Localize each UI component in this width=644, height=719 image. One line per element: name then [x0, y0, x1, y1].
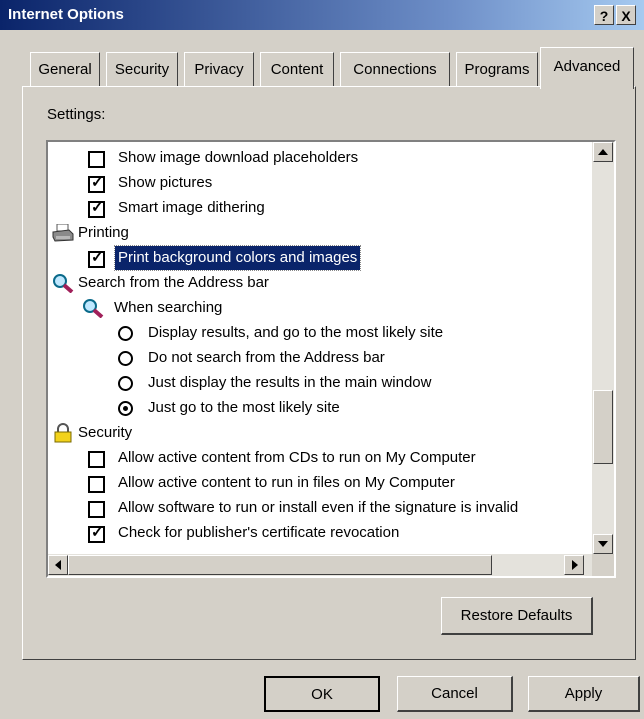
tab-content[interactable]: Content [260, 52, 334, 86]
check-icon: ✓ [91, 524, 104, 541]
arrow-up-icon [598, 149, 608, 155]
list-item-label: Just display the results in the main win… [148, 374, 432, 391]
tab-advanced[interactable]: Advanced [540, 47, 634, 89]
checkbox[interactable] [88, 476, 105, 493]
list-item-label: Show pictures [118, 174, 213, 191]
arrow-right-icon [572, 560, 578, 570]
magnifier-icon [83, 299, 104, 318]
check-icon: ✓ [91, 199, 104, 216]
horizontal-scrollbar[interactable] [48, 554, 592, 576]
checkbox[interactable]: ✓ [88, 249, 105, 268]
help-button[interactable]: ? [594, 5, 614, 25]
restore-defaults-button[interactable]: Restore Defaults [441, 597, 593, 635]
list-item-label-selected: Print background colors and images [113, 245, 362, 271]
scroll-right-button[interactable] [564, 555, 584, 575]
radio-button[interactable] [118, 351, 133, 366]
check-icon: ✓ [91, 249, 104, 266]
magnifier-icon [53, 274, 74, 293]
list-item-label: Do not search from the Address bar [148, 349, 385, 366]
padlock-icon [54, 423, 72, 443]
list-item-label: Check for publisher's certificate revoca… [118, 524, 400, 541]
arrow-down-icon [598, 541, 608, 547]
settings-label: Settings: [47, 106, 106, 123]
scroll-corner [592, 554, 614, 576]
title-bar: Internet Options ? X [0, 0, 644, 30]
vertical-scrollbar[interactable] [592, 142, 614, 556]
list-item-label: Allow active content from CDs to run on … [118, 449, 476, 466]
printer-icon [52, 224, 74, 242]
scroll-left-button[interactable] [48, 555, 68, 575]
tab-security[interactable]: Security [106, 52, 178, 86]
group-label: Security [78, 424, 133, 441]
radio-button[interactable] [118, 401, 133, 416]
list-item-label: Allow software to run or install even if… [118, 499, 519, 516]
list-item-label: Display results, and go to the most like… [148, 324, 444, 341]
checkbox[interactable] [88, 501, 105, 518]
ok-button[interactable]: OK [264, 676, 380, 712]
tab-connections[interactable]: Connections [340, 52, 450, 86]
scroll-down-button[interactable] [593, 534, 613, 554]
group-label: Printing [78, 224, 129, 241]
scroll-up-button[interactable] [593, 142, 613, 162]
tab-programs[interactable]: Programs [456, 52, 538, 86]
close-button[interactable]: X [616, 5, 636, 25]
scroll-thumb[interactable] [593, 390, 613, 464]
group-label: Search from the Address bar [78, 274, 269, 291]
arrow-left-icon [55, 560, 61, 570]
radio-button[interactable] [118, 326, 133, 341]
subgroup-label: When searching [114, 299, 223, 316]
checkbox[interactable]: ✓ [88, 199, 105, 218]
checkbox[interactable]: ✓ [88, 524, 105, 543]
tab-privacy[interactable]: Privacy [184, 52, 254, 86]
apply-button[interactable]: Apply [528, 676, 640, 712]
radio-button[interactable] [118, 376, 133, 391]
radio-dot-icon [123, 406, 128, 411]
checkbox[interactable]: ✓ [88, 174, 105, 193]
list-item-label: Show image download placeholders [118, 149, 359, 166]
list-item-label: Smart image dithering [118, 199, 265, 216]
checkbox[interactable] [88, 451, 105, 468]
horizontal-scroll-thumb[interactable] [68, 555, 492, 575]
settings-tree[interactable]: Show image download placeholders ✓ Show … [46, 140, 616, 578]
tab-general[interactable]: General [30, 52, 100, 86]
check-icon: ✓ [91, 174, 104, 191]
list-item-label: Allow active content to run in files on … [118, 474, 455, 491]
cancel-button[interactable]: Cancel [397, 676, 513, 712]
list-item-label: Just go to the most likely site [148, 399, 340, 416]
window-title: Internet Options [8, 6, 124, 23]
checkbox[interactable] [88, 151, 105, 168]
